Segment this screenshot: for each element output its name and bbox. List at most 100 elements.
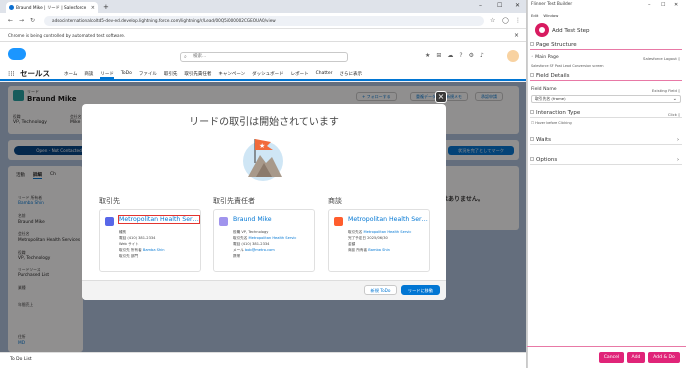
salesforce-favicon-icon	[9, 5, 14, 10]
main-page-select[interactable]: Salesforce Logout ◊	[643, 56, 680, 61]
menu-window[interactable]: Window	[543, 13, 558, 18]
todo-list-item[interactable]: To Do List	[10, 357, 32, 362]
infobar-close-icon[interactable]: ×	[514, 29, 519, 42]
panel-window-title: Flinner Test Builder	[531, 2, 573, 7]
account-name-link[interactable]: Metropolitan Health Servic	[118, 215, 200, 224]
salesforce-logo-icon	[8, 48, 26, 60]
help-icon[interactable]: ?	[459, 52, 462, 59]
account-card: Metropolitan Health Servic 種別 電話 (410) 3…	[99, 209, 201, 272]
nav-item[interactable]: キャンペーン	[218, 71, 245, 79]
search-placeholder: 検索...	[193, 54, 207, 59]
bell-icon[interactable]: ♪	[480, 52, 484, 59]
add-icon[interactable]: ⊞	[436, 52, 441, 59]
chevron-right-icon: ›	[677, 157, 679, 163]
modal-close-icon[interactable]: ×	[435, 91, 447, 103]
section-page-structure[interactable]: Page Structure	[530, 42, 682, 50]
nav-item-active[interactable]: リード	[100, 71, 114, 79]
header-icons: ★ ⊞ ☁ ? ⚙ ♪	[425, 52, 484, 59]
opportunity-name-link[interactable]: Metropolitan Health Servic	[348, 216, 428, 223]
field-name-select[interactable]: Existing Field ◊	[652, 88, 680, 93]
add-and-do-button[interactable]: Add & Do	[648, 352, 680, 363]
panel-close-icon[interactable]: ✕	[674, 2, 678, 8]
opportunity-account-link[interactable]: Metropolitan Health Servic	[364, 230, 412, 234]
panel-minimize-icon[interactable]: –	[648, 2, 651, 8]
section-waits[interactable]: Waits ›	[530, 137, 682, 145]
collapse-icon	[530, 42, 534, 46]
opportunity-heading: 商談	[328, 197, 342, 205]
nav-item[interactable]: ToDo	[121, 71, 132, 79]
account-icon	[105, 217, 114, 226]
nav-item[interactable]: 取引先	[164, 71, 178, 79]
forward-icon[interactable]: →	[19, 17, 24, 24]
avatar[interactable]	[507, 50, 519, 62]
collapse-icon	[530, 73, 534, 77]
bookmark-star-icon[interactable]: ☆	[490, 17, 495, 24]
close-tab-icon[interactable]: ×	[91, 5, 95, 11]
panel-maximize-icon[interactable]: ☐	[661, 2, 665, 8]
nav-item[interactable]: レポート	[291, 71, 309, 79]
collapse-icon	[530, 110, 534, 114]
browser-window: Braund Mike | リード | Salesforce × + – ☐ ✕…	[0, 0, 527, 368]
section-field-details[interactable]: Field Details	[530, 73, 682, 81]
nav-item[interactable]: 取引先責任者	[184, 71, 211, 79]
new-todo-button[interactable]: 新規 ToDo	[364, 285, 397, 295]
close-window-icon[interactable]: ✕	[515, 2, 520, 9]
menu-kebab-icon[interactable]: ⋮	[515, 17, 521, 24]
cancel-button[interactable]: Cancel	[599, 352, 624, 363]
builder-logo-icon	[535, 23, 549, 37]
contact-name-link[interactable]: Braund Mike	[233, 216, 313, 223]
account-owner-link[interactable]: Bamba Shin	[143, 248, 165, 252]
go-to-lead-button[interactable]: リードに移動	[401, 285, 440, 295]
minimize-icon[interactable]: –	[479, 2, 482, 9]
collapse-icon	[530, 137, 534, 141]
gear-icon[interactable]: ⚙	[469, 52, 474, 59]
setup-assistant-icon[interactable]: ☁	[447, 52, 453, 59]
tab-title: Braund Mike | リード | Salesforce	[16, 5, 87, 11]
utility-bar: To Do List	[0, 352, 526, 368]
section-interaction-type[interactable]: Interaction Type	[530, 110, 682, 118]
account-line: Web サイト	[119, 242, 139, 246]
global-search-input[interactable]: ⌕ 検索...	[180, 52, 348, 62]
app-launcher-icon[interactable]: ⁞⁞⁞	[8, 70, 15, 78]
chevron-right-icon: ›	[677, 137, 679, 143]
main-page-sub: Salesforce SF Post Lead Conversion scree…	[531, 64, 604, 68]
automation-infobar: Chrome is being controlled by automated …	[0, 29, 526, 42]
panel-divider	[527, 346, 686, 347]
section-options[interactable]: Options ›	[530, 157, 682, 165]
main-page-label: ◦ Main Page	[531, 55, 559, 60]
opportunity-line: 商談 所有者 Bamba Shin	[348, 248, 390, 252]
field-name-input[interactable]: 取引先名 (frame) ⌄	[531, 95, 681, 103]
opportunity-owner-link[interactable]: Bamba Shin	[368, 248, 390, 252]
nav-item[interactable]: ダッシュボード	[252, 71, 284, 79]
contact-heading: 取引先責任者	[213, 197, 255, 205]
opportunity-line: 完了予定日 2025/06/30	[348, 236, 388, 240]
reload-icon[interactable]: ↻	[30, 17, 35, 24]
nav-item[interactable]: ファイル	[139, 71, 157, 79]
menu-edit[interactable]: Edit	[531, 13, 538, 18]
add-button[interactable]: Add	[627, 352, 645, 363]
contact-line: メール bob@metro.com	[233, 248, 275, 252]
search-icon: ⌕	[184, 54, 187, 60]
contact-account-link[interactable]: Metropolitan Health Servic	[249, 236, 297, 240]
contact-email-link[interactable]: bob@metro.com	[245, 248, 275, 252]
back-icon[interactable]: ←	[8, 17, 13, 24]
interaction-select[interactable]: Click ◊	[668, 112, 680, 117]
contact-card: Braund Mike 役職 VP, Technology 取引先名 Metro…	[213, 209, 315, 272]
hover-before-click-checkbox[interactable]: ☐ Hover before Clicking	[531, 121, 572, 125]
maximize-icon[interactable]: ☐	[497, 2, 502, 9]
browser-tab[interactable]: Braund Mike | リード | Salesforce ×	[6, 2, 98, 13]
nav-item[interactable]: ホーム	[64, 71, 77, 79]
nav-item[interactable]: 商談	[84, 71, 93, 79]
app-name: セールス	[20, 69, 50, 78]
nav-item[interactable]: さらに表示	[340, 71, 363, 79]
opportunity-icon	[334, 217, 343, 226]
nav-item[interactable]: Chatter	[316, 71, 333, 79]
profile-icon[interactable]: ◯	[502, 17, 509, 24]
collapse-icon	[530, 157, 534, 161]
new-tab-icon[interactable]: +	[103, 3, 109, 11]
contact-line: 電話 (410) 381-2334	[233, 242, 270, 246]
url-field[interactable]: adsocinternationalcoltd5-dev-ed.develop.…	[44, 16, 484, 26]
account-line: 取引先 所有者 Bamba Shin	[119, 248, 165, 252]
favorites-icon[interactable]: ★	[425, 52, 430, 59]
opportunity-card: Metropolitan Health Servic 取引先名 Metropol…	[328, 209, 430, 272]
